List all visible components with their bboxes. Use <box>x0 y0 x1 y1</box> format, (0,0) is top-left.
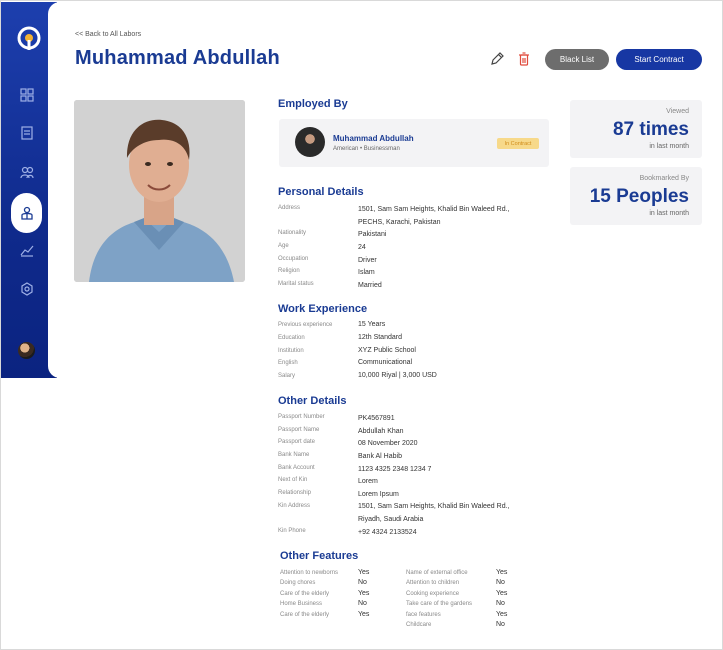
black-list-button[interactable]: Black List <box>545 49 609 70</box>
viewed-sub: in last month <box>649 143 689 150</box>
feature-label: Attention to newborns <box>280 570 339 576</box>
detail-value: Lorem Ipsum <box>358 491 399 498</box>
detail-label: Institution <box>278 348 304 354</box>
employer-meta: American • Businessman <box>333 146 400 152</box>
detail-label: Passport date <box>278 439 316 445</box>
detail-label: Passport Number <box>278 414 325 420</box>
detail-label: Previous experience <box>278 322 333 328</box>
views-stat-card: Viewed 87 times in last month <box>570 100 702 158</box>
viewed-label: Viewed <box>666 108 689 115</box>
work-experience-title: Work Experience <box>278 303 368 315</box>
employer-card[interactable]: Muhammad Abdullah American • Businessman… <box>279 119 549 167</box>
pencil-icon[interactable] <box>489 51 505 67</box>
sidebar-item-labor-active[interactable] <box>11 193 42 233</box>
detail-value: Lorem <box>358 478 378 485</box>
detail-value: XYZ Public School <box>358 347 416 354</box>
feature-label: face features <box>406 612 441 618</box>
avatar[interactable] <box>18 342 35 359</box>
feature-label: Doing chores <box>280 580 316 586</box>
employer-name: Muhammad Abdullah <box>333 134 414 143</box>
feature-value: Yes <box>358 590 370 597</box>
bookmarked-label: Bookmarked By <box>639 175 689 182</box>
detail-label: Religion <box>278 268 300 274</box>
analytics-icon[interactable] <box>18 241 36 259</box>
detail-value: 1501, Sam Sam Heights, Khalid Bin Waleed… <box>358 206 510 213</box>
detail-value: PK4567891 <box>358 415 395 422</box>
feature-value: Yes <box>496 590 508 597</box>
detail-label: Marital status <box>278 281 314 287</box>
employer-avatar <box>295 127 325 157</box>
detail-label: Age <box>278 243 289 249</box>
users-icon[interactable] <box>18 163 36 181</box>
feature-label: Care of the elderly <box>280 612 330 618</box>
bookmarks-stat-card: Bookmarked By 15 Peoples in last month <box>570 167 702 225</box>
page-title: Muhammad Abdullah <box>75 47 280 69</box>
other-features-title: Other Features <box>280 550 359 562</box>
document-icon[interactable] <box>18 124 36 142</box>
detail-label: Relationship <box>278 490 312 496</box>
detail-label: Kin Address <box>278 503 311 509</box>
detail-value: Islam <box>358 269 375 276</box>
detail-value: 12th Standard <box>358 334 402 341</box>
detail-label: Passport Name <box>278 427 320 433</box>
detail-value: Riyadh, Saudi Arabia <box>358 516 424 523</box>
feature-value: No <box>358 600 367 607</box>
detail-value: 15 Years <box>358 321 386 328</box>
feature-label: Take care of the gardens <box>406 601 473 607</box>
feature-value: Yes <box>358 611 370 618</box>
detail-value: Pakistani <box>358 231 387 238</box>
detail-value: 24 <box>358 244 366 251</box>
detail-value: 10,000 Riyal | 3,000 USD <box>358 372 437 379</box>
profile-photo <box>74 100 245 282</box>
feature-value: Yes <box>358 569 370 576</box>
back-link[interactable]: << Back to All Labors <box>75 31 141 38</box>
feature-label: Name of external office <box>406 570 468 576</box>
feature-value: No <box>496 579 505 586</box>
dashboard-icon[interactable] <box>18 86 36 104</box>
start-contract-button[interactable]: Start Contract <box>616 49 702 70</box>
settings-icon[interactable] <box>18 280 36 298</box>
detail-label: Education <box>278 335 305 341</box>
feature-label: Care of the elderly <box>280 591 330 597</box>
feature-label: Childcare <box>406 622 432 628</box>
detail-value: 1501, Sam Sam Heights, Khalid Bin Waleed… <box>358 503 510 510</box>
feature-label: Cooking experience <box>406 591 460 597</box>
detail-label: Address <box>278 205 301 211</box>
brand-logo-icon[interactable] <box>15 24 43 52</box>
detail-label: Nationality <box>278 230 307 236</box>
detail-value: Married <box>358 282 382 289</box>
employed-by-title: Employed By <box>278 98 348 110</box>
personal-details-title: Personal Details <box>278 186 364 198</box>
bookmarked-sub: in last month <box>649 210 689 217</box>
detail-label: Occupation <box>278 256 309 262</box>
viewed-value: 87 times <box>612 119 689 140</box>
detail-label: Salary <box>278 373 296 379</box>
feature-value: No <box>496 600 505 607</box>
labor-icon <box>20 206 33 220</box>
feature-value: No <box>358 579 367 586</box>
feature-label: Home Business <box>280 601 323 607</box>
feature-value: Yes <box>496 569 508 576</box>
detail-value: 1123 4325 2348 1234 7 <box>358 466 432 473</box>
detail-label: Bank Account <box>278 465 315 471</box>
feature-value: Yes <box>496 611 508 618</box>
trash-icon[interactable] <box>516 51 532 67</box>
detail-value: Abdullah Khan <box>358 428 404 435</box>
detail-value: PECHS, Karachi, Pakistan <box>358 219 441 226</box>
detail-label: Kin Phone <box>278 528 306 534</box>
detail-value: +92 4324 2133524 <box>358 529 417 536</box>
detail-value: Bank Al Habib <box>358 453 402 460</box>
feature-value: No <box>496 621 505 628</box>
detail-value: 08 November 2020 <box>358 440 418 447</box>
detail-label: English <box>278 360 298 366</box>
bookmarked-value: 15 Peoples <box>589 186 689 207</box>
detail-value: Communicational <box>358 359 413 366</box>
detail-label: Next of Kin <box>278 477 308 483</box>
other-details-title: Other Details <box>278 395 347 407</box>
sidebar-edge <box>48 2 60 378</box>
detail-value: Driver <box>358 257 377 264</box>
feature-label: Attention to children <box>406 580 460 586</box>
status-badge: In Contract <box>497 138 539 149</box>
detail-label: Bank Name <box>278 452 310 458</box>
